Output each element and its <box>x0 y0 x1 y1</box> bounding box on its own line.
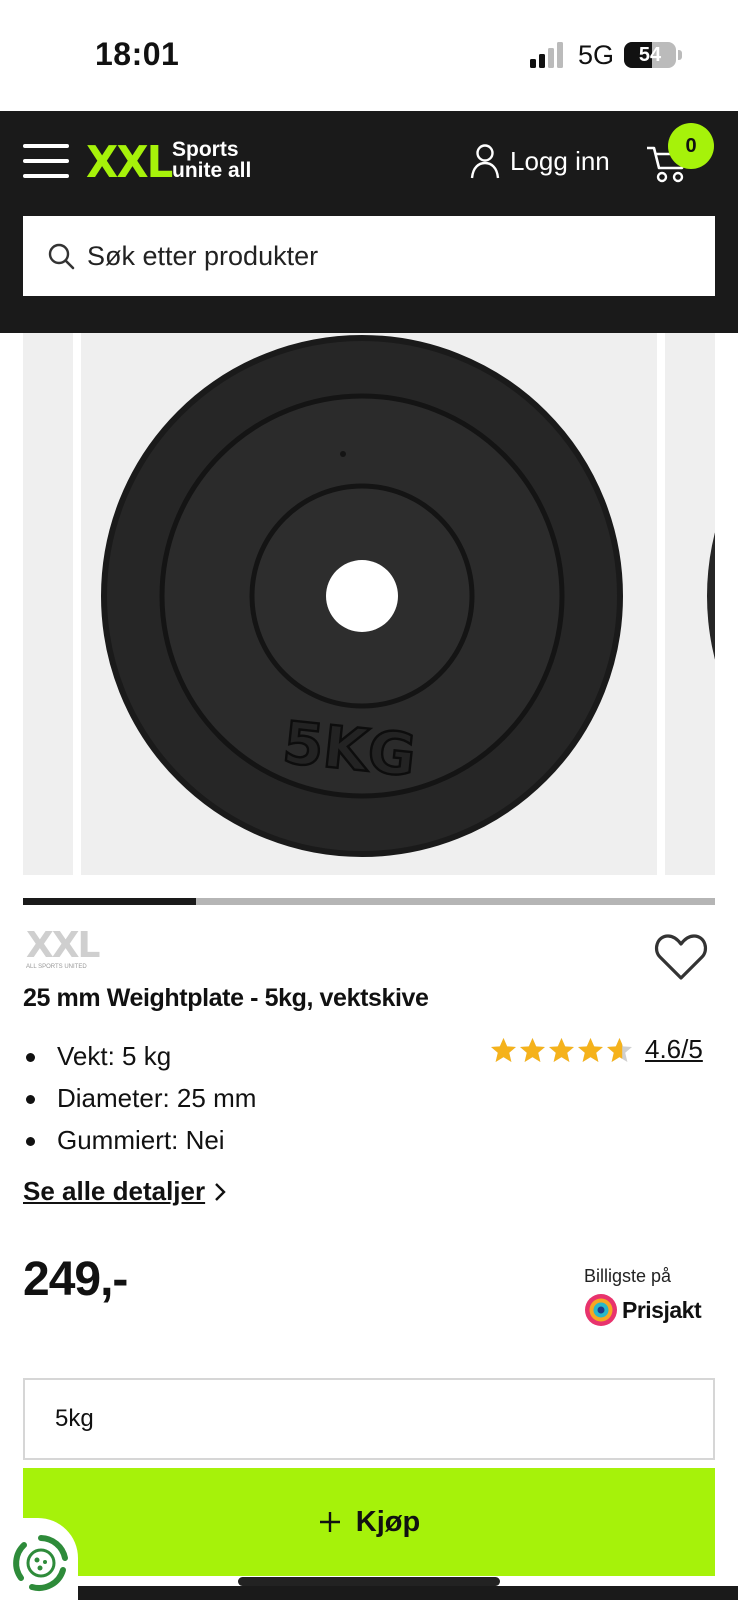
gallery-prev-slide[interactable] <box>23 333 73 875</box>
star-icon <box>578 1037 603 1062</box>
prisjakt-label: Billigste på <box>584 1266 672 1286</box>
home-indicator <box>238 1577 500 1586</box>
site-header: XXL Sports unite all Logg inn 0 <box>0 111 738 333</box>
search-input[interactable] <box>87 240 687 272</box>
selected-variant: 5kg <box>55 1405 94 1432</box>
spec-item: Diameter: 25 mm <box>23 1077 256 1119</box>
next-plate-image <box>707 333 738 875</box>
buy-button[interactable]: Kjøp <box>23 1468 715 1576</box>
gallery-progress-fill <box>23 898 196 905</box>
login-label: Logg inn <box>510 145 610 176</box>
logo-tagline: Sports unite all <box>172 139 251 181</box>
search-bar[interactable] <box>23 216 715 296</box>
bottom-bar <box>0 1586 738 1600</box>
weight-plate-image: 5KG <box>101 335 623 857</box>
chevron-right-icon <box>215 1182 226 1201</box>
plus-icon <box>319 1512 340 1532</box>
star-icon <box>549 1037 574 1062</box>
star-icon <box>607 1037 632 1062</box>
brand-logo[interactable]: XXL ALL SPORTS UNITED <box>26 925 100 972</box>
svg-text:5KG: 5KG <box>280 708 419 790</box>
hamburger-icon[interactable] <box>23 144 69 178</box>
gallery-next-slide[interactable] <box>665 333 738 875</box>
star-icon <box>520 1037 545 1062</box>
battery-percent: 54 <box>638 44 662 66</box>
heart-icon[interactable] <box>654 932 708 982</box>
prisjakt-name: Prisjakt <box>622 1296 702 1323</box>
status-bar: 18:01 5G 54 <box>0 0 738 110</box>
battery-icon: 54 <box>624 42 676 68</box>
rating-stars <box>490 1037 633 1063</box>
eco-badge[interactable] <box>0 1518 78 1600</box>
signal-icon <box>530 42 563 68</box>
prisjakt-logo: Prisjakt <box>584 1293 714 1327</box>
prisjakt-icon <box>585 1294 617 1326</box>
prisjakt-badge[interactable]: Billigste på Prisjakt <box>584 1266 714 1327</box>
login-button[interactable]: Logg inn <box>470 139 610 183</box>
network-type: 5G <box>578 40 615 70</box>
gallery-main-slide[interactable]: 5KG <box>81 333 657 875</box>
gallery-progress <box>23 898 715 905</box>
variant-selector[interactable]: 5kg <box>23 1378 715 1460</box>
tagline-line2: unite all <box>172 159 252 182</box>
spec-item: Vekt: 5 kg <box>23 1035 256 1077</box>
product-rating[interactable]: 4.6/5 <box>490 1034 703 1065</box>
xxl-logo[interactable]: XXL <box>86 137 173 188</box>
brand-logo-text: XXL <box>26 925 100 966</box>
user-icon <box>470 144 500 179</box>
tagline-line1: Sports <box>172 138 239 161</box>
battery-nub <box>678 50 682 60</box>
status-time: 18:01 <box>95 36 180 72</box>
buy-label: Kjøp <box>355 1505 421 1538</box>
product-title: 25 mm Weightplate - 5kg, vektskive <box>23 984 429 1012</box>
product-image-gallery[interactable]: 5KG <box>0 333 738 875</box>
rating-value[interactable]: 4.6/5 <box>645 1034 703 1065</box>
spec-item: Gummiert: Nei <box>23 1119 256 1161</box>
brand-logo-sub: ALL SPORTS UNITED <box>26 964 87 970</box>
search-icon <box>48 243 75 270</box>
product-price: 249,- <box>23 1253 128 1306</box>
product-specs: Vekt: 5 kg Diameter: 25 mm Gummiert: Nei <box>23 1035 256 1161</box>
see-all-details-link[interactable]: Se alle detaljer <box>23 1176 227 1207</box>
eco-icon <box>13 1535 68 1591</box>
cart-count-badge[interactable]: 0 <box>668 123 714 169</box>
details-link-label: Se alle detaljer <box>23 1176 206 1206</box>
star-icon <box>491 1037 516 1062</box>
